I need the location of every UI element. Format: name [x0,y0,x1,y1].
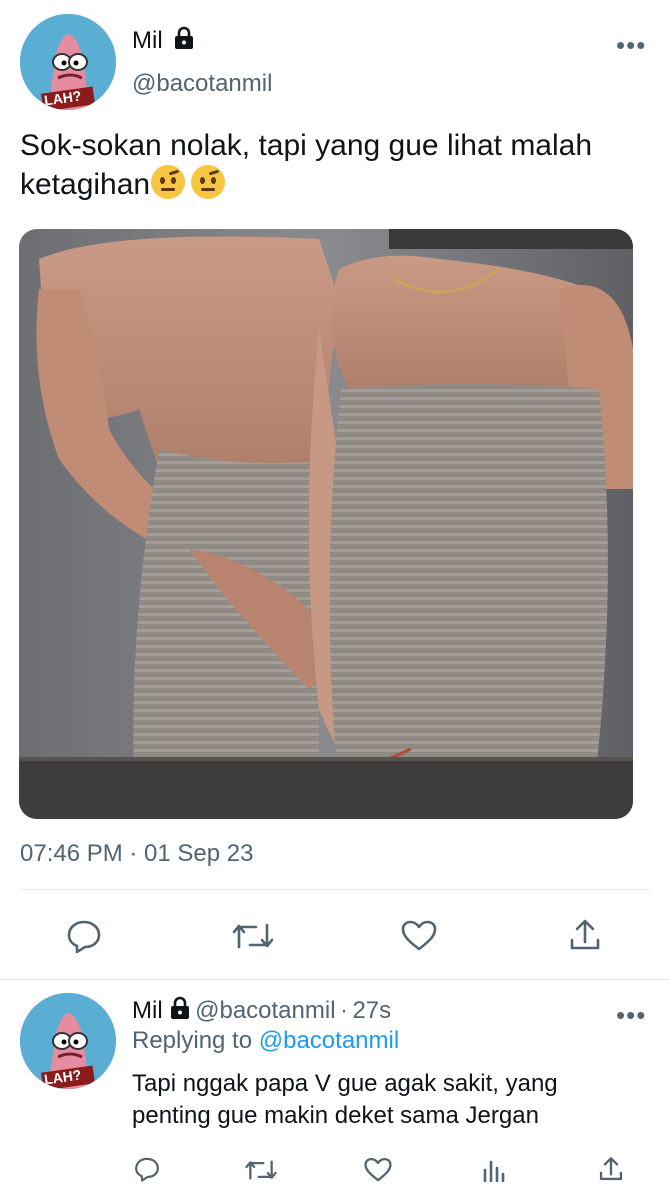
divider [20,889,650,890]
tweet-timestamp[interactable]: 07:46 PM · 01 Sep 23 [20,840,253,868]
raised-eyebrow-emoji-icon [191,165,226,199]
retweet-icon[interactable] [245,1158,277,1182]
more-options-icon[interactable]: ••• [616,1002,646,1028]
replying-to-label: Replying to [132,1027,253,1054]
separator-dot: · [340,997,348,1024]
author-handle[interactable]: @bacotanmil [132,70,272,98]
reply-icon[interactable] [66,919,102,953]
tweet-text-block: Sok-sokan nolak, tapi yang gue lihat mal… [20,127,640,204]
like-icon[interactable] [364,1157,392,1183]
raised-eyebrow-emoji-icon [151,165,186,199]
replying-to-link[interactable]: @bacotanmil [259,1027,399,1054]
share-icon[interactable] [568,918,602,952]
like-icon[interactable] [401,920,437,952]
reply-author-avatar[interactable]: LAH? [20,993,116,1089]
divider [0,979,670,980]
replying-to-line: Replying to @bacotanmil [132,1027,399,1055]
reply-text-line: penting gue makin deket sama Jergan [132,1102,539,1129]
author-avatar[interactable]: LAH? [20,14,116,110]
reply-author-handle[interactable]: @bacotanmil [195,997,335,1024]
analytics-icon[interactable] [482,1156,506,1182]
reply-time[interactable]: 27s [352,997,391,1024]
lock-icon [173,26,195,55]
lock-icon [169,996,191,1025]
reply-header: Mil @bacotanmil · 27s [132,996,391,1025]
reply-text: Tapi nggak papa V gue agak sakit, yang p… [132,1068,642,1132]
reply-author-name[interactable]: Mil [132,997,163,1024]
author-name-row: Mil [132,26,195,55]
reply-text-line: Tapi nggak papa V gue agak sakit, yang [132,1070,558,1097]
author-name[interactable]: Mil [132,27,163,54]
more-options-icon[interactable]: ••• [616,32,646,58]
share-icon[interactable] [598,1155,624,1183]
tweet-photo[interactable] [19,229,633,819]
tweet-text: Sok-sokan nolak, tapi yang gue lihat mal… [20,129,593,201]
reply-icon[interactable] [134,1156,160,1182]
retweet-icon[interactable] [232,921,274,951]
